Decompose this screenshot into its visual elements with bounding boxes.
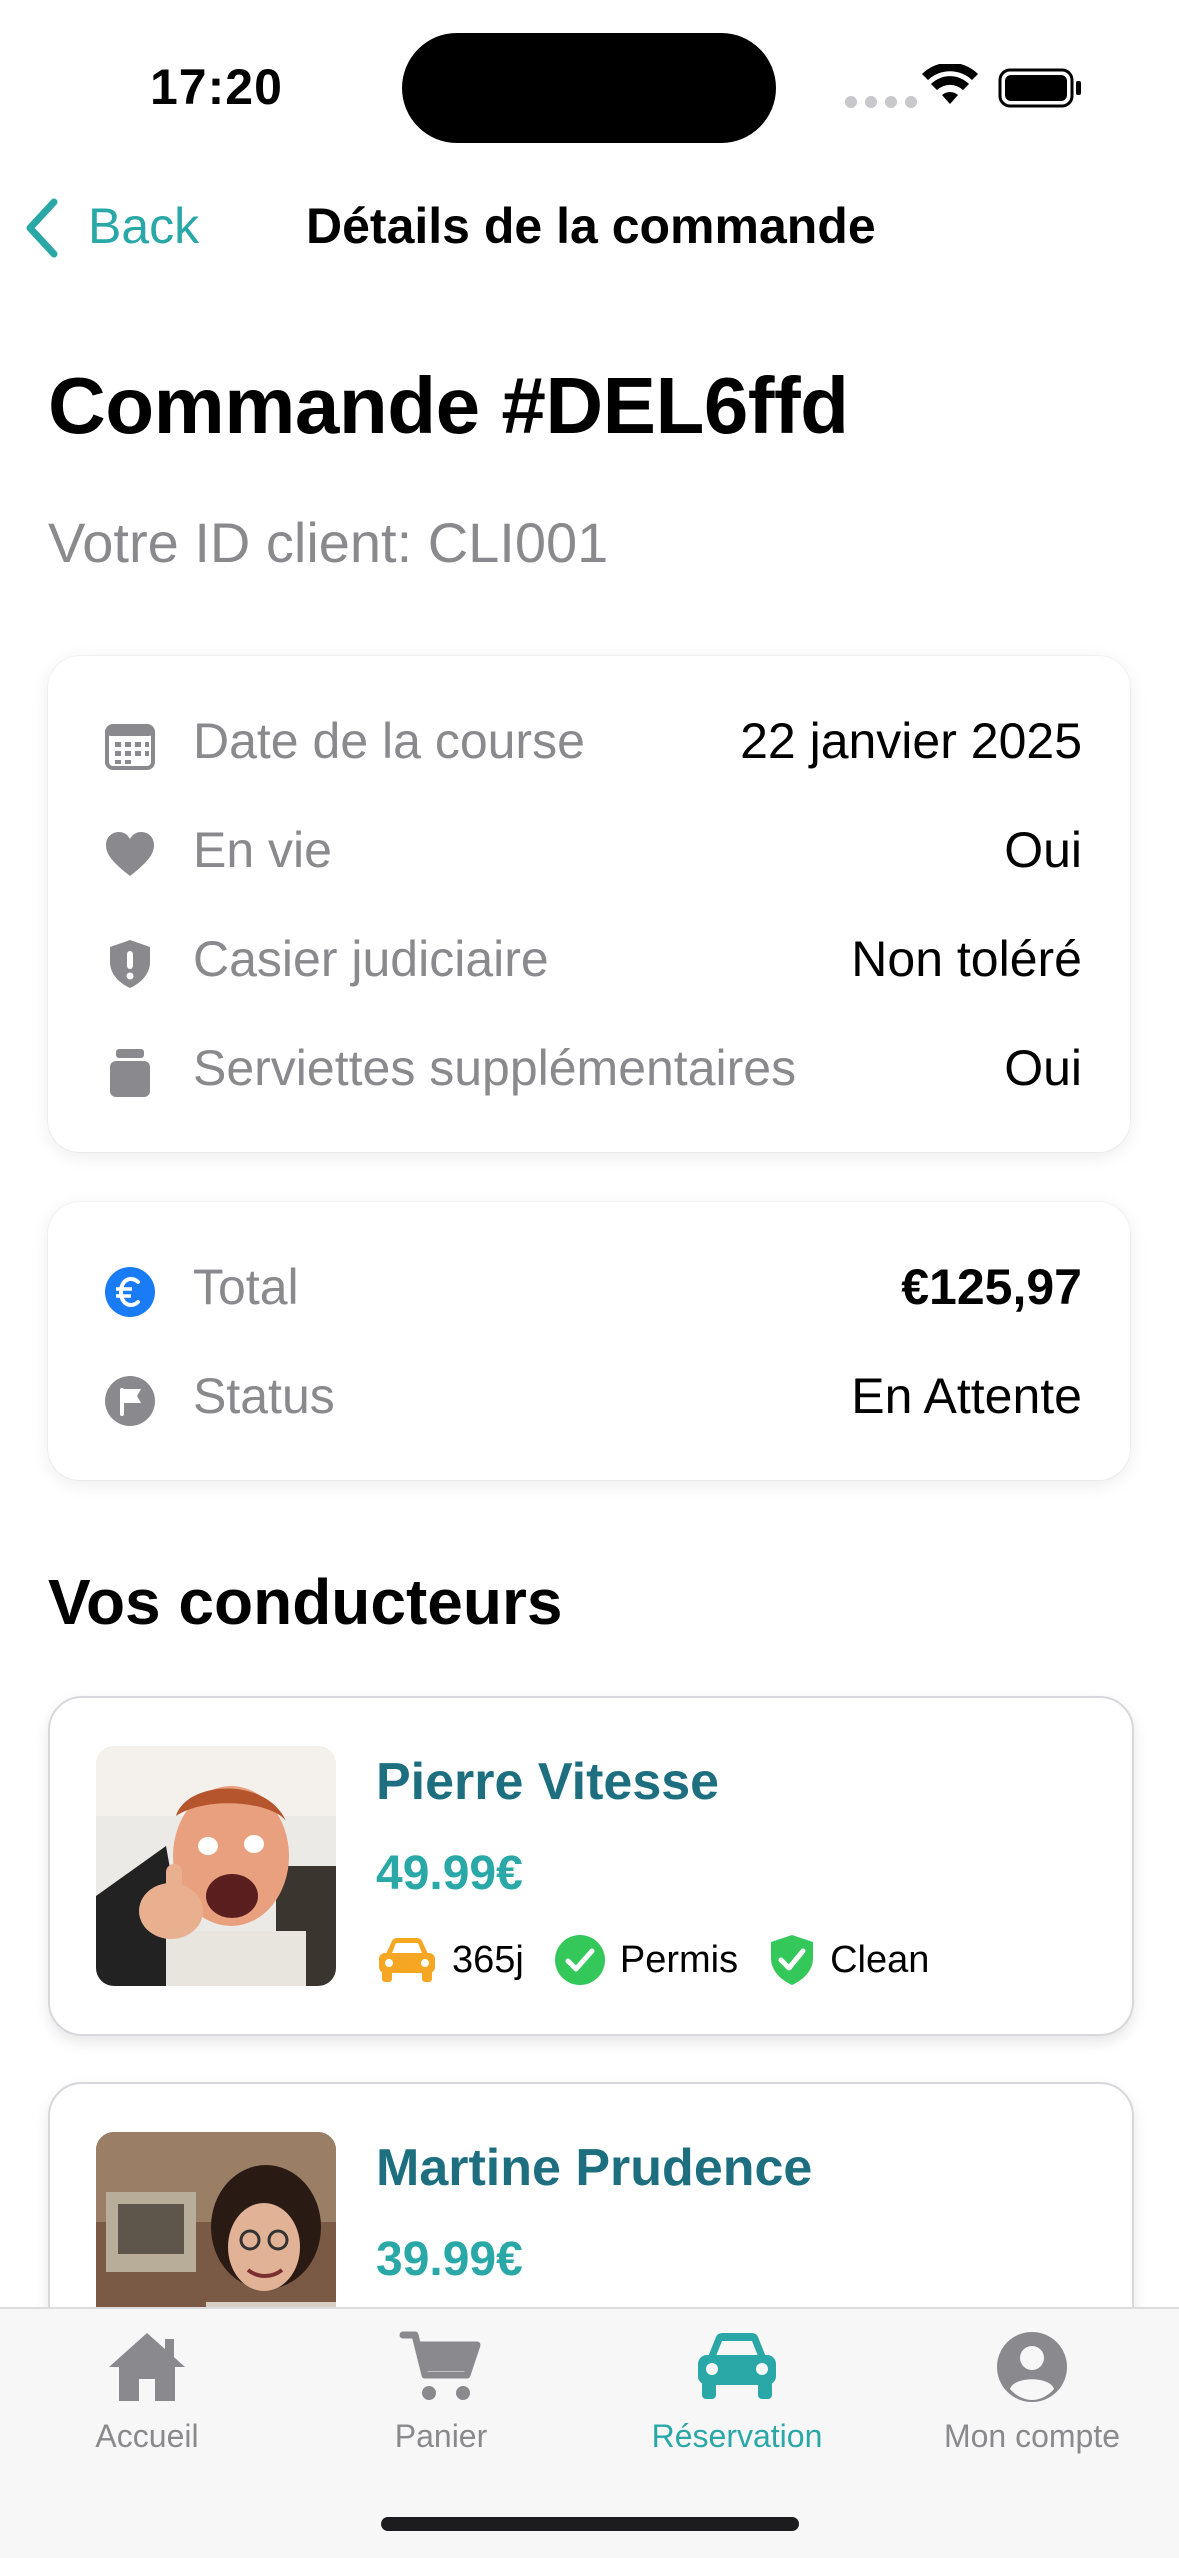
tab-mon-compte[interactable]: Mon compte (885, 2329, 1179, 2455)
detail-row-alive: En vie Oui (48, 811, 1130, 891)
dynamic-island (402, 33, 776, 143)
nav-title: Détails de la commande (306, 198, 876, 254)
wifi-icon (922, 64, 978, 104)
client-id: Votre ID client: CLI001 (48, 511, 609, 574)
badge-license: Permis (554, 1934, 738, 1986)
badge-text: Clean (830, 1938, 930, 1981)
euro-icon (105, 1267, 155, 1317)
driver-name: Martine Prudence (376, 2139, 813, 2197)
driver-price: 49.99€ (376, 1847, 523, 1900)
shield-icon (110, 940, 150, 988)
badge-clean: Clean (768, 1934, 929, 1986)
tab-label: Mon compte (943, 2418, 1121, 2454)
driver-card[interactable]: Pierre Vitesse 49.99€ 365j Permis Clean (48, 1696, 1134, 2036)
detail-label: Serviettes supplémentaires (193, 1040, 797, 1096)
check-circle-icon (554, 1935, 605, 1985)
towel-icon (110, 1049, 150, 1097)
back-label: Back (88, 198, 200, 254)
car-icon (698, 2333, 776, 2399)
detail-label: Casier judiciaire (193, 931, 549, 987)
badge-experience: 365j (376, 1936, 524, 1984)
tab-label: Accueil (95, 2418, 199, 2454)
heart-icon (106, 832, 154, 876)
check-shield-icon (771, 1935, 814, 1985)
tab-accueil[interactable]: Accueil (0, 2329, 294, 2455)
detail-value: Non toléré (851, 931, 1082, 987)
detail-row-criminal-record: Casier judiciaire Non toléré (48, 920, 1130, 1000)
drivers-section-title: Vos conducteurs (48, 1566, 563, 1638)
home-icon (109, 2333, 185, 2401)
badge-text: 365j (452, 1938, 524, 1981)
flag-icon (105, 1376, 155, 1426)
detail-label: Date de la course (193, 713, 585, 769)
status-value: En Attente (851, 1368, 1082, 1424)
chevron-left-icon (26, 198, 58, 258)
order-details-card: Date de la course 22 janvier 2025 En vie… (48, 656, 1130, 1152)
order-title: Commande #DEL6ffd (48, 361, 849, 450)
account-icon (997, 2332, 1067, 2402)
detail-value: Oui (1004, 1040, 1082, 1096)
tab-label: Panier (394, 2418, 488, 2454)
badge-text: Permis (619, 1938, 739, 1981)
detail-value: Oui (1004, 822, 1082, 878)
battery-icon (998, 68, 1081, 108)
driver-photo (96, 1746, 336, 1986)
calendar-icon (105, 724, 155, 770)
tab-panier[interactable]: Panier (294, 2329, 588, 2455)
summary-row-status: Status En Attente (48, 1357, 1130, 1437)
total-value: €125,97 (901, 1259, 1082, 1315)
car-icon (379, 1938, 435, 1982)
cellular-signal-icon (845, 96, 917, 108)
summary-row-total: Total €125,97 (48, 1248, 1130, 1328)
cart-icon (399, 2331, 481, 2400)
summary-label: Status (193, 1368, 335, 1424)
order-summary-card: Total €125,97 Status En Attente (48, 1202, 1130, 1480)
driver-name: Pierre Vitesse (376, 1753, 720, 1811)
detail-row-towels: Serviettes supplémentaires Oui (48, 1029, 1130, 1109)
summary-label: Total (193, 1259, 299, 1315)
tab-label: Réservation (651, 2418, 823, 2454)
status-time: 17:20 (150, 59, 283, 115)
back-button[interactable]: Back (10, 180, 210, 270)
detail-label: En vie (193, 822, 332, 878)
driver-badges: 365j Permis Clean (376, 1934, 959, 1986)
driver-price: 39.99€ (376, 2233, 523, 2286)
home-indicator (381, 2517, 799, 2531)
detail-row-date: Date de la course 22 janvier 2025 (48, 702, 1130, 782)
detail-value: 22 janvier 2025 (740, 713, 1082, 769)
tab-reservation[interactable]: Réservation (590, 2329, 884, 2455)
